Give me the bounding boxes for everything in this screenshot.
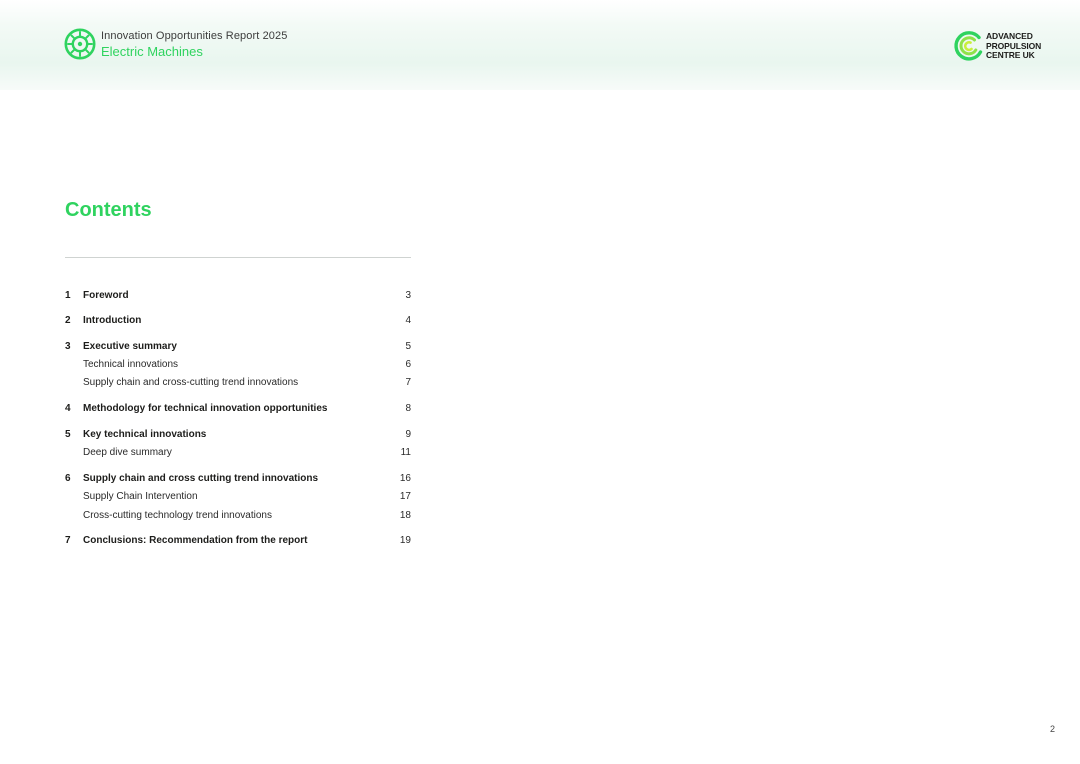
- toc-entry-conclusions[interactable]: 7 Conclusions: Recommendation from the r…: [65, 533, 411, 549]
- brand-name: ADVANCED PROPULSION CENTRE UK: [986, 31, 1042, 60]
- brand-logo: ADVANCED PROPULSION CENTRE UK: [953, 30, 1053, 64]
- toc-subentry-label: Deep dive summary: [83, 447, 172, 458]
- toc-entry-supply-chain[interactable]: 6 Supply chain and cross cutting trend i…: [65, 471, 411, 487]
- toc-entry-number: 5: [65, 429, 71, 440]
- toc-entry-label: Introduction: [83, 315, 142, 326]
- toc-subentry-cross-cutting-trends[interactable]: Cross-cutting technology trend innovatio…: [65, 508, 411, 524]
- toc-entry-number: 1: [65, 290, 71, 301]
- page-number: 2: [1050, 724, 1056, 734]
- toc-subentry-deep-dive-summary[interactable]: Deep dive summary 11: [65, 445, 411, 461]
- toc-entry-number: 4: [65, 403, 71, 414]
- toc-entry-page: 9: [405, 429, 411, 440]
- toc-entry-number: 3: [65, 341, 71, 352]
- swirl-logo-icon: [953, 30, 985, 62]
- toc-subentry-supply-chain-trends[interactable]: Supply chain and cross-cutting trend inn…: [65, 375, 411, 391]
- toc-entry-executive-summary[interactable]: 3 Executive summary 5: [65, 339, 411, 355]
- toc-entry-label: Conclusions: Recommendation from the rep…: [83, 535, 308, 546]
- table-of-contents: 1 Foreword 3 2 Introduction 4 3 Executiv…: [65, 0, 411, 764]
- toc-entry-label: Supply chain and cross cutting trend inn…: [83, 473, 319, 484]
- toc-subentry-label: Supply chain and cross-cutting trend inn…: [83, 377, 299, 388]
- toc-entry-page: 5: [405, 341, 411, 352]
- toc-entry-methodology[interactable]: 4 Methodology for technical innovation o…: [65, 401, 411, 417]
- toc-entry-page: 3: [405, 290, 411, 301]
- toc-entry-label: Methodology for technical innovation opp…: [83, 403, 328, 414]
- toc-entry-label: Key technical innovations: [83, 429, 207, 440]
- toc-entry-label: Executive summary: [83, 341, 177, 352]
- toc-subentry-page: 18: [399, 510, 411, 521]
- toc-subentry-page: 11: [400, 447, 411, 458]
- toc-entry-page: 16: [399, 473, 411, 484]
- toc-subentry-page: 17: [399, 491, 411, 502]
- toc-subentry-label: Technical innovations: [83, 359, 179, 370]
- toc-subentry-label: Cross-cutting technology trend innovatio…: [83, 510, 272, 521]
- toc-entry-key-technical-innovations[interactable]: 5 Key technical innovations 9: [65, 427, 411, 443]
- toc-entry-page: 8: [405, 403, 411, 414]
- toc-subentry-label: Supply Chain Intervention: [83, 491, 198, 502]
- toc-subentry-technical-innovations[interactable]: Technical innovations 6: [65, 357, 411, 373]
- toc-subentry-page: 6: [405, 359, 411, 370]
- toc-subentry-supply-chain-intervention[interactable]: Supply Chain Intervention 17: [65, 489, 411, 505]
- toc-entry-number: 6: [65, 473, 71, 484]
- toc-entry-page: 4: [405, 315, 411, 326]
- toc-entry-number: 2: [65, 315, 71, 326]
- toc-entry-foreword[interactable]: 1 Foreword 3: [65, 288, 411, 304]
- toc-entry-number: 7: [65, 535, 71, 546]
- toc-entry-label: Foreword: [83, 290, 129, 301]
- toc-entry-introduction[interactable]: 2 Introduction 4: [65, 313, 411, 329]
- toc-subentry-page: 7: [405, 377, 411, 388]
- toc-entry-page: 19: [399, 535, 411, 546]
